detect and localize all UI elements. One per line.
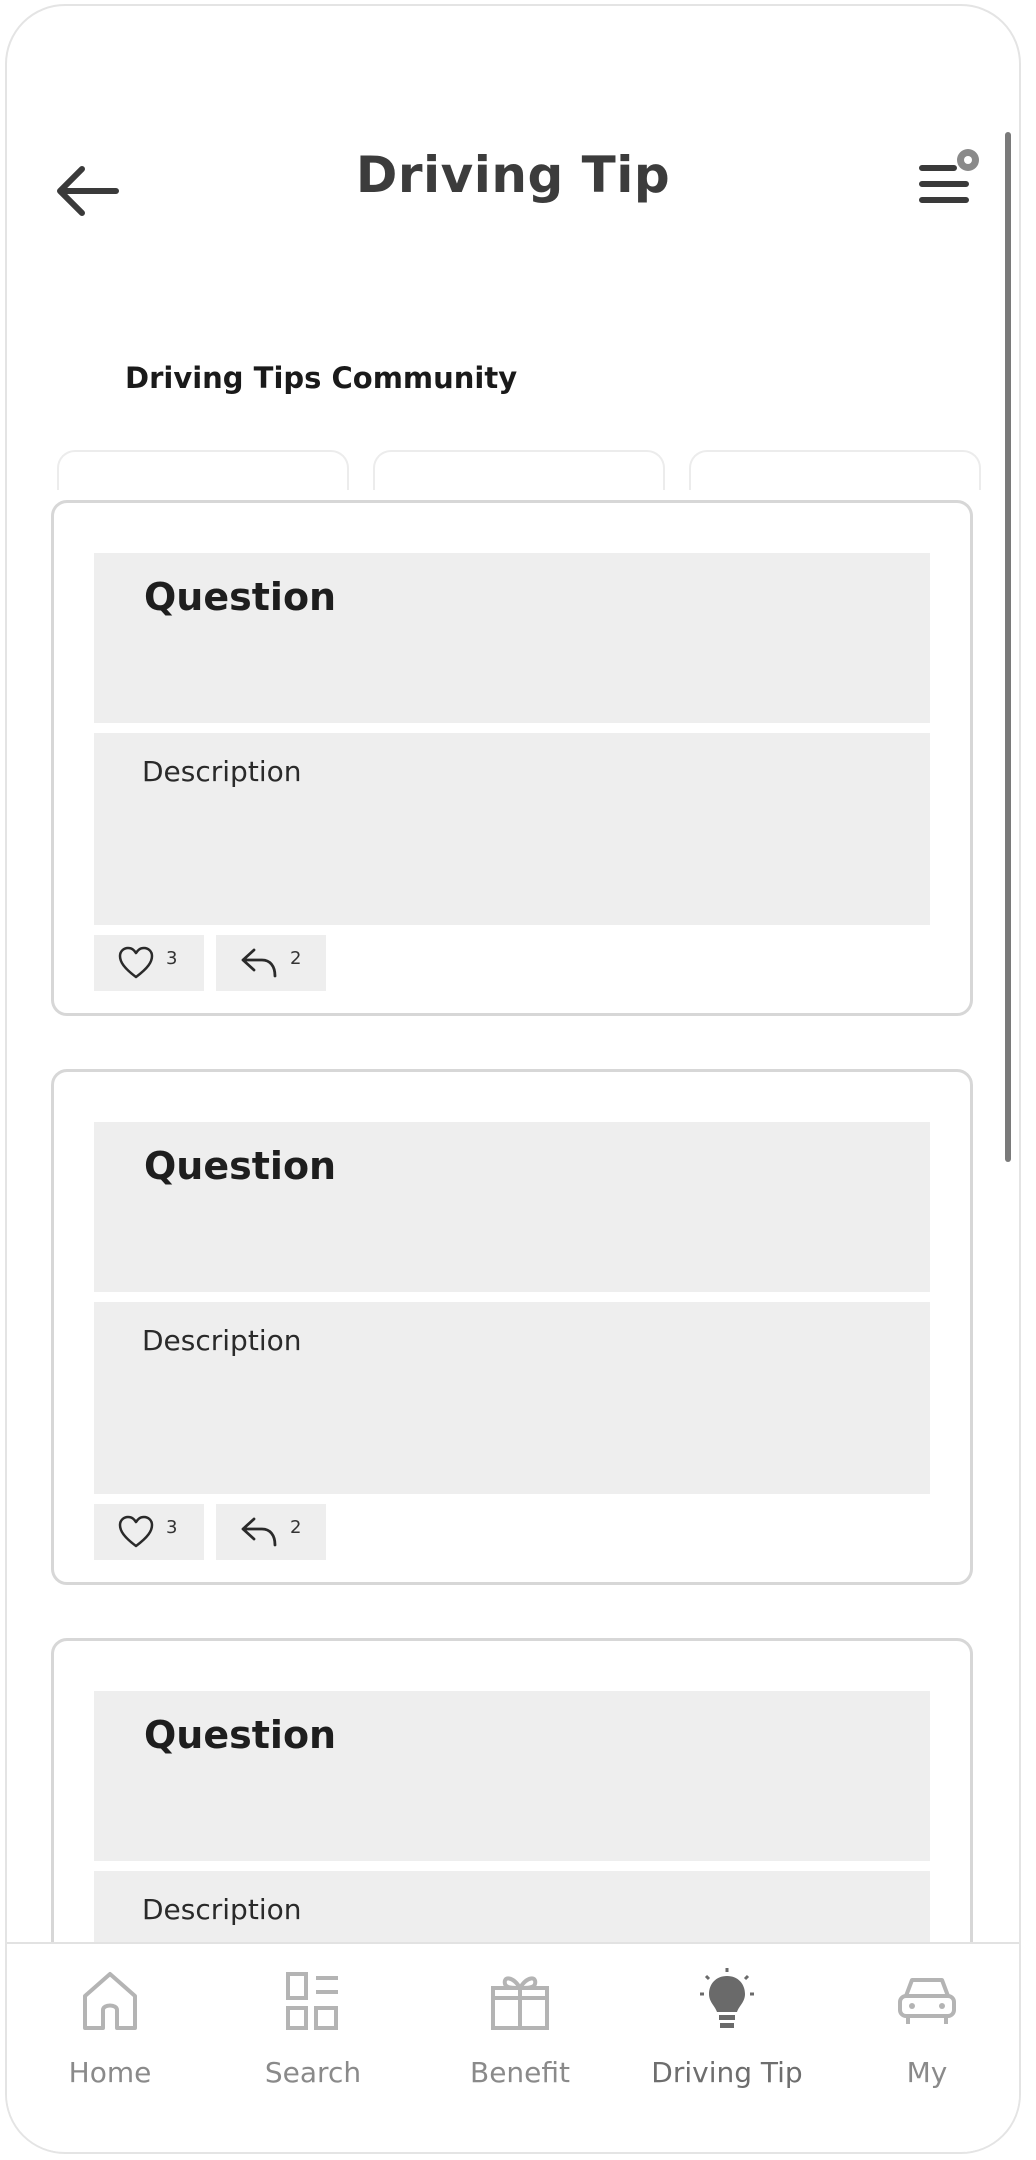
page-title: Driving Tip (355, 146, 671, 204)
like-button[interactable]: 3 (94, 935, 204, 991)
phone-frame: Driving Tip Driving Tips Community Quest… (5, 4, 1021, 2154)
home-icon (83, 1972, 137, 2030)
post-question: Question (144, 1713, 337, 1757)
nav-item-driving-tip[interactable]: Driving Tip (627, 1966, 827, 2106)
description-box: Description (94, 733, 930, 925)
reply-count: 2 (290, 947, 302, 969)
section-title: Driving Tips Community (125, 361, 518, 395)
car-icon (898, 1978, 956, 2024)
nav-label-search: Search (264, 2056, 362, 2089)
post-description: Description (142, 755, 302, 788)
nav-item-my[interactable]: My (827, 1966, 1019, 2106)
post-question: Question (144, 1144, 337, 1188)
like-count: 3 (166, 1516, 178, 1538)
bottom-navigation: Home Search Benefit Driving Tip My (7, 1942, 1019, 2152)
question-box: Question (94, 553, 930, 723)
menu-button[interactable] (909, 141, 989, 221)
heart-icon (118, 946, 154, 979)
filter-chip[interactable] (689, 450, 981, 490)
nav-label-benefit: Benefit (469, 2056, 571, 2089)
heart-icon (118, 1515, 154, 1548)
nav-label-home: Home (68, 2056, 152, 2089)
scrollbar[interactable] (1005, 132, 1011, 1162)
reply-icon (241, 948, 277, 978)
app-header: Driving Tip (7, 6, 1019, 266)
post-question: Question (144, 575, 337, 619)
nav-item-benefit[interactable]: Benefit (420, 1966, 620, 2106)
grid-search-icon (286, 1972, 338, 2030)
nav-item-home[interactable]: Home (10, 1966, 210, 2106)
reply-icon (241, 1517, 277, 1547)
post-card[interactable]: Question Description 3 2 (51, 500, 973, 1016)
filter-chip[interactable] (57, 450, 349, 490)
post-card[interactable]: Question Description 3 2 (51, 1069, 973, 1585)
filter-chip-row (57, 450, 987, 490)
reply-button[interactable]: 2 (216, 935, 326, 991)
nav-label-my: My (906, 2056, 948, 2089)
gift-icon (491, 1976, 549, 2030)
reply-button[interactable]: 2 (216, 1504, 326, 1560)
nav-label-driving-tip: Driving Tip (651, 2056, 803, 2089)
post-description: Description (142, 1893, 302, 1926)
nav-item-search[interactable]: Search (213, 1966, 413, 2106)
post-description: Description (142, 1324, 302, 1357)
like-button[interactable]: 3 (94, 1504, 204, 1560)
lightbulb-icon (700, 1968, 754, 2028)
description-box: Description (94, 1302, 930, 1494)
like-count: 3 (166, 947, 178, 969)
question-box: Question (94, 1691, 930, 1861)
filter-chip[interactable] (373, 450, 665, 490)
menu-notification-icon (919, 149, 979, 203)
question-box: Question (94, 1122, 930, 1292)
reply-count: 2 (290, 1516, 302, 1538)
